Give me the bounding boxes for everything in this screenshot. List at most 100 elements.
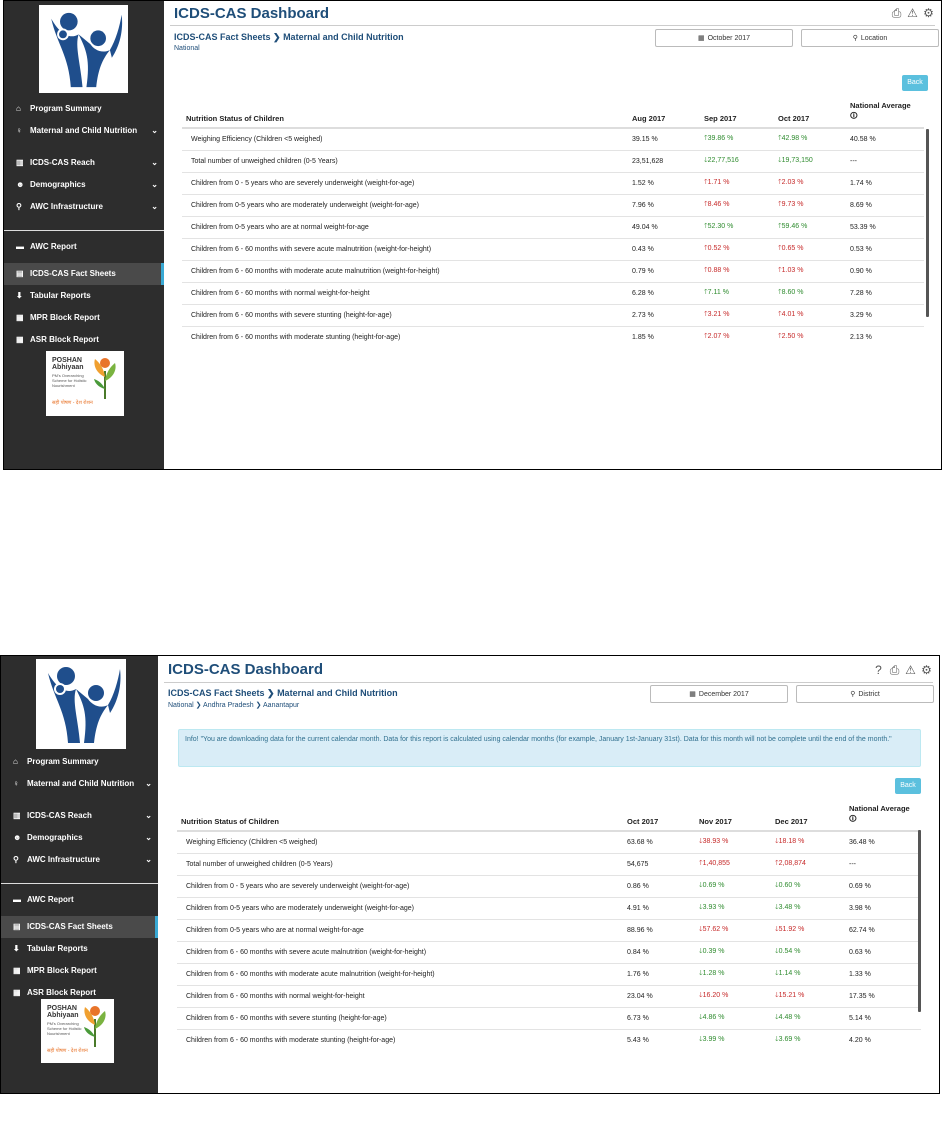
- sidebar-item-demographics[interactable]: ☻ Demographics ⌄: [1, 832, 158, 854]
- sidebar-item-mpr-block-report[interactable]: ▦ MPR Block Report: [4, 307, 164, 329]
- national-average-value-cell: 1.74 %: [846, 171, 924, 194]
- warning-icon[interactable]: ⚠: [906, 7, 919, 20]
- indicator-label: Children from 6 - 60 months with moderat…: [186, 970, 435, 978]
- table-scrollbar[interactable]: [926, 129, 929, 317]
- month-picker[interactable]: ▦ October 2017: [655, 29, 793, 47]
- month-1-value-cell: 0.86 %: [623, 874, 695, 897]
- month-2-value-cell: 🡓38.93 %: [695, 830, 771, 853]
- sidebar-item-icds-cas-reach[interactable]: ▥ ICDS-CAS Reach ⌄: [4, 157, 164, 179]
- national-average-value: 7.28 %: [850, 289, 872, 297]
- month-3-value-cell: 🡑2,08,874: [771, 852, 845, 875]
- month-2-value: 38.93 %: [702, 837, 729, 845]
- gear-icon[interactable]: ⚙: [920, 664, 933, 677]
- info-icon[interactable]: 🛈: [850, 111, 858, 120]
- sidebar-item-program-summary[interactable]: ⌂ Program Summary: [4, 103, 164, 125]
- help-icon[interactable]: ?: [872, 664, 885, 677]
- month-picker[interactable]: ▦ December 2017: [650, 685, 788, 703]
- table-scrollbar[interactable]: [918, 830, 921, 1012]
- sidebar-item-maternal-child-nutrition[interactable]: ♀ Maternal and Child Nutrition ⌄: [1, 778, 158, 810]
- sidebar-item-label: Demographics: [30, 180, 86, 189]
- month-2-value: 4.86 %: [702, 1013, 725, 1021]
- month-1-value: 4.91 %: [627, 904, 649, 912]
- indicator-label-cell: Total number of unweighed children (0-5 …: [182, 149, 628, 172]
- warning-icon[interactable]: ⚠: [904, 664, 917, 677]
- info-icon[interactable]: 🛈: [849, 814, 857, 823]
- sidebar-item-label: ICDS-CAS Fact Sheets: [27, 922, 113, 931]
- sidebar-divider: [1, 883, 158, 884]
- month-3-value: 2,08,874: [778, 859, 806, 867]
- sidebar-item-tabular-reports[interactable]: ⬇ Tabular Reports: [1, 938, 158, 960]
- month-1-value: 0.43 %: [632, 245, 654, 253]
- month-2-value: 3.21 %: [707, 310, 730, 318]
- national-average-value-cell: 8.69 %: [846, 193, 924, 216]
- sidebar-item-tabular-reports[interactable]: ⬇ Tabular Reports: [4, 285, 164, 307]
- indicator-label: Weighing Efficiency (Children <5 weighed…: [191, 135, 323, 143]
- month-1-value: 2.73 %: [632, 311, 654, 319]
- sidebar-item-awc-infrastructure[interactable]: ⚲ AWC Infrastructure ⌄: [4, 201, 164, 223]
- table-row: Children from 6 - 60 months with normal …: [177, 984, 921, 1007]
- month-2-value: 0.52 %: [707, 244, 730, 252]
- location-picker[interactable]: ⚲ District: [796, 685, 934, 703]
- national-average-value-cell: 40.58 %: [846, 127, 924, 150]
- print-icon[interactable]: ⎙: [888, 664, 901, 677]
- month-2-value: 8.46 %: [707, 200, 730, 208]
- national-average-value-cell: 0.90 %: [846, 259, 924, 282]
- sidebar-item-maternal-child-nutrition[interactable]: ♀ Maternal and Child Nutrition ⌄: [4, 125, 164, 157]
- month-picker-value: December 2017: [698, 690, 749, 698]
- month-3-value: 18.18 %: [778, 837, 805, 845]
- month-2-value-cell: 🡓4.86 %: [695, 1006, 771, 1029]
- indicator-label-cell: Weighing Efficiency (Children <5 weighed…: [177, 830, 623, 853]
- sidebar-item-awc-report[interactable]: ▬ AWC Report: [4, 241, 164, 263]
- print-icon[interactable]: ⎙: [890, 7, 903, 20]
- sidebar-item-icds-cas-fact-sheets[interactable]: ▤ ICDS-CAS Fact Sheets: [4, 263, 164, 285]
- national-average-value-cell: 62.74 %: [845, 918, 921, 941]
- national-average-value-cell: ---: [845, 852, 921, 875]
- month-2-value: 7.11 %: [707, 288, 729, 296]
- back-button[interactable]: Back: [902, 75, 928, 91]
- location-path[interactable]: National ❯ Andhra Pradesh ❯ Aanantapur: [168, 701, 299, 709]
- sidebar-item-program-summary[interactable]: ⌂ Program Summary: [1, 756, 158, 778]
- table-header-row: Nutrition Status of Children Oct 2017 Nov …: [177, 802, 921, 832]
- national-average-value: ---: [849, 860, 856, 868]
- breadcrumb[interactable]: ICDS-CAS Fact Sheets ❯ Maternal and Chil…: [168, 688, 398, 699]
- indicator-label-cell: Children from 6 - 60 months with moderat…: [182, 259, 628, 282]
- national-average-value: 3.29 %: [850, 311, 872, 319]
- indicator-label: Children from 6 - 60 months with moderat…: [191, 267, 440, 275]
- back-button[interactable]: Back: [895, 778, 921, 794]
- month-1-value-cell: 7.96 %: [628, 193, 700, 216]
- gear-icon[interactable]: ⚙: [922, 7, 935, 20]
- national-average-value: 53.39 %: [850, 223, 876, 231]
- national-average-value: 3.98 %: [849, 904, 871, 912]
- month-1-value-cell: 6.73 %: [623, 1006, 695, 1029]
- month-3-value: 3.69 %: [778, 1035, 801, 1043]
- national-average-value: 0.53 %: [850, 245, 872, 253]
- sidebar-item-awc-report[interactable]: ▬ AWC Report: [1, 894, 158, 916]
- month-3-value-cell: 🡓18.18 %: [771, 830, 845, 853]
- month-2-value-cell: 🡓0.69 %: [695, 874, 771, 897]
- poshan-title: POSHAN Abhiyaan: [47, 1005, 79, 1019]
- poshan-title: POSHAN Abhiyaan: [52, 357, 84, 371]
- table-header-row: Nutrition Status of Children Aug 2017 Sep …: [182, 99, 924, 129]
- month-1-value: 1.85 %: [632, 333, 654, 341]
- sidebar-item-icds-cas-reach[interactable]: ▥ ICDS-CAS Reach ⌄: [1, 810, 158, 832]
- location-path[interactable]: National: [174, 45, 200, 52]
- sidebar-item-label: Program Summary: [27, 757, 99, 766]
- sidebar-item-label: Tabular Reports: [30, 291, 91, 300]
- grid-icon: ▦: [13, 988, 21, 997]
- month-2-value-cell: 🡓3.93 %: [695, 896, 771, 919]
- sidebar-item-asr-block-report[interactable]: ▦ ASR Block Report: [4, 329, 164, 351]
- chevron-down-icon: ⌄: [151, 126, 158, 135]
- sidebar-item-demographics[interactable]: ☻ Demographics ⌄: [4, 179, 164, 201]
- breadcrumb[interactable]: ICDS-CAS Fact Sheets ❯ Maternal and Chil…: [174, 32, 404, 43]
- column-header-indicator: Nutrition Status of Children: [177, 802, 623, 832]
- poshan-abhiyaan-logo: POSHAN Abhiyaan PM's Overarching Scheme …: [46, 351, 124, 416]
- national-average-value-cell: 0.69 %: [845, 874, 921, 897]
- location-picker-value: District: [858, 690, 880, 698]
- month-1-value: 23.04 %: [627, 992, 653, 1000]
- month-3-value: 4.01 %: [781, 310, 804, 318]
- location-picker[interactable]: ⚲ Location: [801, 29, 939, 47]
- sidebar-item-icds-cas-fact-sheets[interactable]: ▤ ICDS-CAS Fact Sheets: [1, 916, 158, 938]
- column-header-national-average: National Average 🛈: [846, 99, 924, 129]
- sidebar-item-mpr-block-report[interactable]: ▦ MPR Block Report: [1, 960, 158, 982]
- sidebar-item-awc-infrastructure[interactable]: ⚲ AWC Infrastructure ⌄: [1, 854, 158, 876]
